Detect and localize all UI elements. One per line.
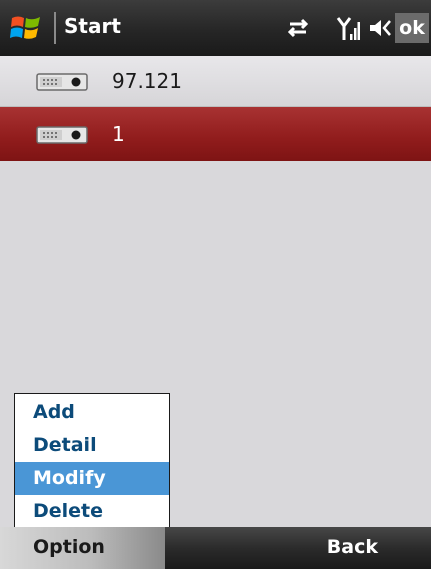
connectivity-arrows-icon[interactable] [284,12,312,44]
device-label: 97.121 [112,69,182,93]
signal-strength-icon[interactable] [336,12,360,44]
ok-button[interactable]: ok [395,13,429,43]
list-item-device-1[interactable]: 97.121 [0,56,431,107]
softkey-bar: Option Back [0,527,431,569]
title-separator [54,12,56,44]
network-device-icon [36,126,88,144]
option-softkey[interactable]: Option [0,527,165,569]
windows-flag-icon[interactable] [10,13,42,43]
device-list: 97.121 1 [0,56,431,161]
menu-item-add[interactable]: Add [15,396,169,429]
network-device-icon [36,73,88,91]
list-item-device-2[interactable]: 1 [0,107,431,161]
menu-item-detail[interactable]: Detail [15,429,169,462]
back-softkey[interactable]: Back [327,536,378,558]
speaker-volume-icon[interactable] [368,12,394,44]
title-bar: Start ok [0,0,431,56]
option-softkey-label: Option [33,536,105,558]
option-menu: Add Detail Modify Delete [14,393,170,529]
device-label: 1 [112,122,125,146]
menu-item-delete[interactable]: Delete [15,495,169,528]
page-title: Start [64,14,121,38]
menu-item-modify[interactable]: Modify [15,462,169,495]
